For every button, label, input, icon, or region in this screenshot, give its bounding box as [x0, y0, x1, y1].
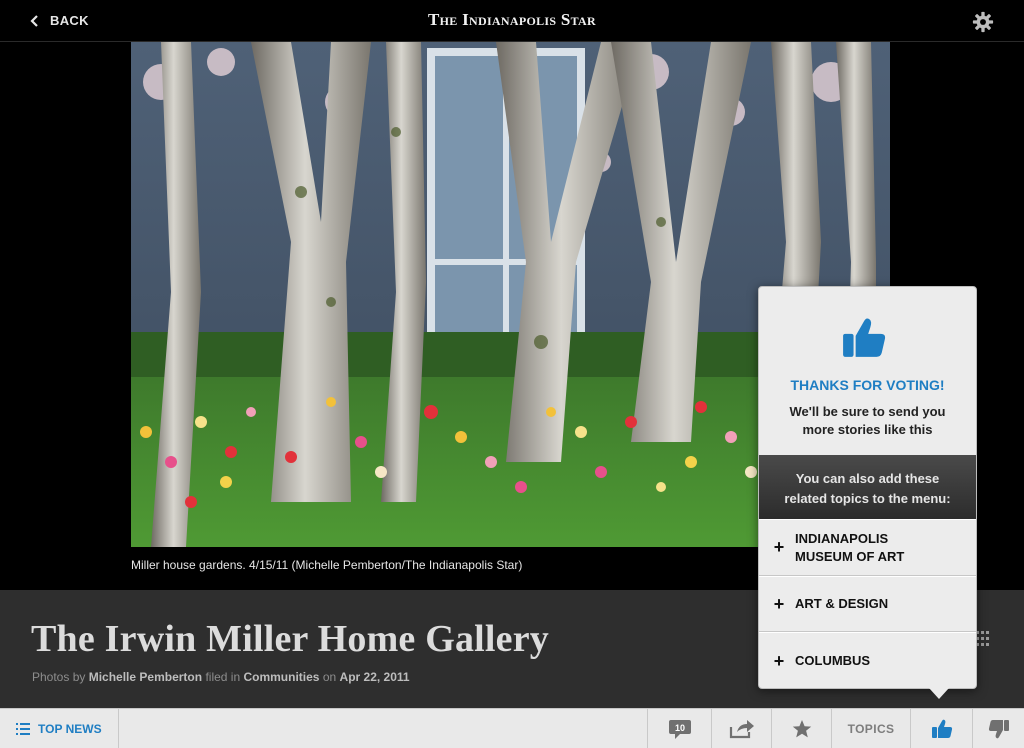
publish-date: Apr 22, 2011 — [339, 670, 410, 684]
author-link[interactable]: Michelle Pemberton — [89, 670, 202, 684]
thumbs-down-icon — [988, 720, 1009, 739]
thumbs-up-button[interactable] — [910, 709, 972, 748]
gear-icon[interactable] — [972, 11, 994, 33]
topics-button[interactable]: TOPICS — [831, 709, 910, 748]
plus-icon: + — [773, 593, 785, 614]
bottom-toolbar: TOP NEWS 10 TOPICS — [0, 708, 1024, 748]
comment-count: 10 — [674, 723, 684, 733]
vote-confirmation-popover: THANKS FOR VOTING! We'll be sure to send… — [758, 286, 977, 689]
related-topics-header: You can also add these related topics to… — [759, 455, 976, 519]
thumbs-up-icon — [843, 318, 886, 357]
photo-caption: Miller house gardens. 4/15/11 (Michelle … — [131, 558, 523, 572]
thumbs-up-icon — [931, 719, 952, 738]
section-link[interactable]: Communities — [243, 670, 319, 684]
top-news-label: TOP NEWS — [38, 722, 102, 736]
topic-item-art-design[interactable]: + ART & DESIGN — [759, 576, 976, 632]
plus-icon: + — [773, 650, 785, 671]
top-bar: BACK The Indianapolis Star — [0, 0, 1024, 42]
comments-button[interactable]: 10 — [647, 709, 711, 748]
plus-icon: + — [773, 537, 785, 557]
list-icon — [16, 723, 30, 735]
comment-icon: 10 — [668, 720, 691, 739]
topic-item-columbus[interactable]: + COLUMBUS — [759, 632, 976, 688]
topics-label: TOPICS — [847, 722, 895, 736]
topic-item-indianapolis-museum-of-art[interactable]: + INDIANAPOLIS MUSEUM OF ART — [759, 519, 976, 576]
thumbs-down-button[interactable] — [972, 709, 1024, 748]
share-button[interactable] — [711, 709, 771, 748]
byline: Photos by Michelle Pemberton filed in Co… — [32, 670, 410, 684]
share-icon — [729, 720, 754, 739]
favorite-button[interactable] — [771, 709, 831, 748]
popover-arrow — [929, 688, 949, 699]
grid-icon[interactable] — [976, 631, 990, 647]
page-title: The Irwin Miller Home Gallery — [31, 618, 550, 660]
thanks-heading: THANKS FOR VOTING! — [790, 377, 945, 393]
masthead-logo: The Indianapolis Star — [427, 10, 596, 29]
thanks-message: We'll be sure to send you more stories l… — [789, 404, 946, 437]
top-news-button[interactable]: TOP NEWS — [0, 709, 119, 748]
star-icon — [792, 720, 811, 738]
